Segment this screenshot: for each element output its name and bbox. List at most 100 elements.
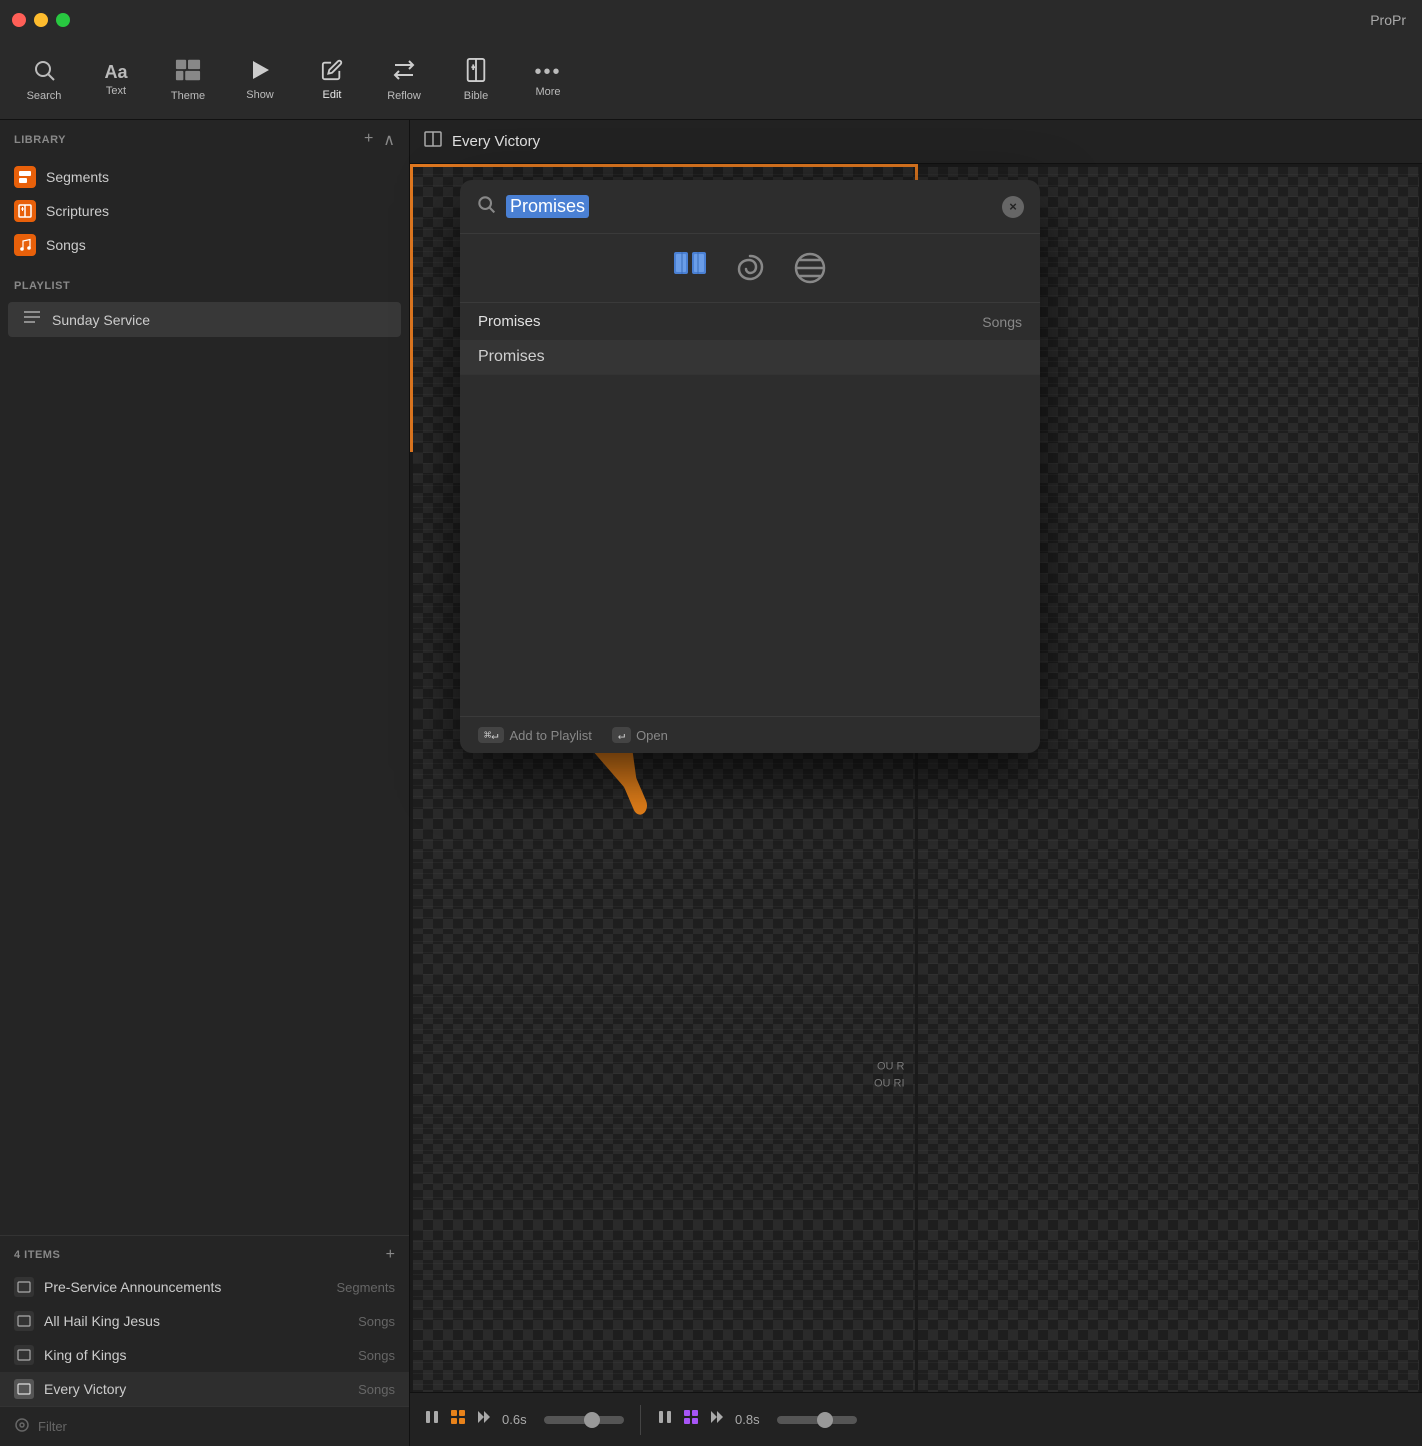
- library-item-segments[interactable]: Segments: [0, 160, 409, 194]
- search-overlay: Promises ×: [460, 180, 1040, 753]
- open-shortcut-label: Open: [636, 728, 668, 743]
- play-pause-right[interactable]: [657, 1409, 673, 1430]
- main-layout: LIBRARY + ∧ Segments: [0, 120, 1422, 1446]
- edit-icon: [321, 59, 343, 85]
- dots-grid-left[interactable]: [450, 1409, 466, 1430]
- playlist-row-every-victory[interactable]: Every Victory Songs: [0, 1372, 409, 1406]
- all-hail-icon: [14, 1311, 34, 1331]
- results-type: Songs: [982, 314, 1022, 330]
- items-add-button[interactable]: +: [386, 1246, 395, 1264]
- search-bar: Promises ×: [460, 180, 1040, 234]
- filter-spiral-button[interactable]: [728, 246, 772, 290]
- theme-label: Theme: [171, 90, 205, 102]
- search-icon: [32, 58, 56, 86]
- all-hail-name: All Hail King Jesus: [44, 1313, 348, 1329]
- playlist-title: PLAYLIST: [14, 280, 70, 292]
- items-section: 4 ITEMS + Pre-Service Announcements Segm…: [0, 1235, 409, 1406]
- filter-bar: Filter: [0, 1406, 409, 1446]
- slide-7[interactable]: 7 OU ROU RI: [413, 934, 915, 1216]
- library-item-scriptures[interactable]: Scriptures: [0, 194, 409, 228]
- maximize-button[interactable]: [56, 13, 70, 27]
- every-victory-name: Every Victory: [44, 1381, 348, 1397]
- text-label: Text: [106, 85, 126, 97]
- add-shortcut-label: Add to Playlist: [509, 728, 591, 743]
- divider-1: [640, 1405, 641, 1435]
- toolbar-item-edit[interactable]: Edit: [296, 45, 368, 115]
- progress-slider-right[interactable]: [777, 1416, 857, 1424]
- filter-bible-button[interactable]: [668, 246, 712, 290]
- more-label: More: [535, 86, 560, 98]
- playlist-icon: [22, 309, 42, 330]
- progress-slider-left[interactable]: [544, 1416, 624, 1424]
- filter-label: Filter: [38, 1419, 67, 1434]
- titlebar-buttons: [12, 13, 70, 27]
- toolbar-item-more[interactable]: ••• More: [512, 45, 584, 115]
- playlist-row-king-of-kings[interactable]: King of Kings Songs: [0, 1338, 409, 1372]
- minimize-button[interactable]: [34, 13, 48, 27]
- library-collapse-button[interactable]: ∧: [383, 130, 395, 150]
- songs-label: Songs: [46, 237, 86, 253]
- reflow-icon: [392, 58, 416, 86]
- library-title: LIBRARY: [14, 134, 66, 146]
- open-shortcut-kbd: ↵: [612, 727, 631, 743]
- every-victory-type: Songs: [358, 1382, 395, 1397]
- fast-forward-right[interactable]: [709, 1409, 725, 1430]
- toolbar-item-theme[interactable]: Theme: [152, 45, 224, 115]
- time-left: 0.6s: [502, 1412, 534, 1427]
- result-row-promises[interactable]: Promises: [460, 340, 1040, 375]
- search-clear-button[interactable]: ×: [1002, 196, 1024, 218]
- toolbar-item-show[interactable]: Show: [224, 45, 296, 115]
- add-to-playlist-shortcut: ⌘↵ Add to Playlist: [478, 727, 592, 743]
- text-icon: Aa: [104, 63, 127, 81]
- sunday-service-label: Sunday Service: [52, 312, 150, 328]
- bottom-bar: 0.6s: [410, 1392, 1422, 1446]
- scriptures-label: Scriptures: [46, 203, 109, 219]
- pre-service-name: Pre-Service Announcements: [44, 1279, 326, 1295]
- sunday-service-item[interactable]: Sunday Service: [8, 302, 401, 337]
- library-list: Segments Scriptures: [0, 156, 409, 266]
- songs-icon: [14, 234, 36, 256]
- library-add-button[interactable]: +: [364, 130, 373, 150]
- result-promises-name: Promises: [478, 348, 545, 366]
- king-of-kings-icon: [14, 1345, 34, 1365]
- toolbar-item-bible[interactable]: Bible: [440, 45, 512, 115]
- pre-service-type: Segments: [336, 1280, 395, 1295]
- time-right: 0.8s: [735, 1412, 767, 1427]
- bible-icon: [465, 58, 487, 86]
- toolbar-item-reflow[interactable]: Reflow: [368, 45, 440, 115]
- playlist-row-pre-service[interactable]: Pre-Service Announcements Segments: [0, 1270, 409, 1304]
- content-title: Every Victory: [452, 133, 540, 150]
- theme-icon: [175, 58, 201, 86]
- filter-lines-button[interactable]: [788, 246, 832, 290]
- search-input-icon: [476, 194, 496, 219]
- show-icon: [249, 59, 271, 85]
- fast-forward-left[interactable]: [476, 1409, 492, 1430]
- open-shortcut: ↵ Open: [612, 727, 668, 743]
- library-item-songs[interactable]: Songs: [0, 228, 409, 262]
- playlist-row-all-hail[interactable]: All Hail King Jesus Songs: [0, 1304, 409, 1338]
- king-of-kings-name: King of Kings: [44, 1347, 348, 1363]
- play-pause-left[interactable]: [424, 1409, 440, 1430]
- segments-icon: [14, 166, 36, 188]
- toolbar: Search Aa Text Theme Show: [0, 40, 1422, 120]
- add-shortcut-kbd: ⌘↵: [478, 727, 504, 743]
- slide-8[interactable]: 8: [918, 934, 1420, 1216]
- search-footer: ⌘↵ Add to Playlist ↵ Open: [460, 716, 1040, 753]
- close-button[interactable]: [12, 13, 26, 27]
- titlebar: ProPr: [0, 0, 1422, 40]
- toolbar-item-text[interactable]: Aa Text: [80, 45, 152, 115]
- reflow-label: Reflow: [387, 90, 421, 102]
- bible-label: Bible: [464, 90, 488, 102]
- king-of-kings-type: Songs: [358, 1348, 395, 1363]
- playlist-header: PLAYLIST: [0, 266, 409, 300]
- search-results-list: Promises: [460, 336, 1040, 716]
- every-victory-icon: [14, 1379, 34, 1399]
- scriptures-icon: [14, 200, 36, 222]
- dots-grid-right[interactable]: [683, 1409, 699, 1430]
- results-title: Promises: [478, 313, 541, 330]
- filter-icon: [14, 1417, 30, 1436]
- items-count: 4 ITEMS: [14, 1249, 60, 1261]
- app-name: ProPr: [1370, 12, 1406, 28]
- toolbar-item-search[interactable]: Search: [8, 45, 80, 115]
- content-area: Every Victory 1 OU ROU RI CTORCTOR: [410, 120, 1422, 1446]
